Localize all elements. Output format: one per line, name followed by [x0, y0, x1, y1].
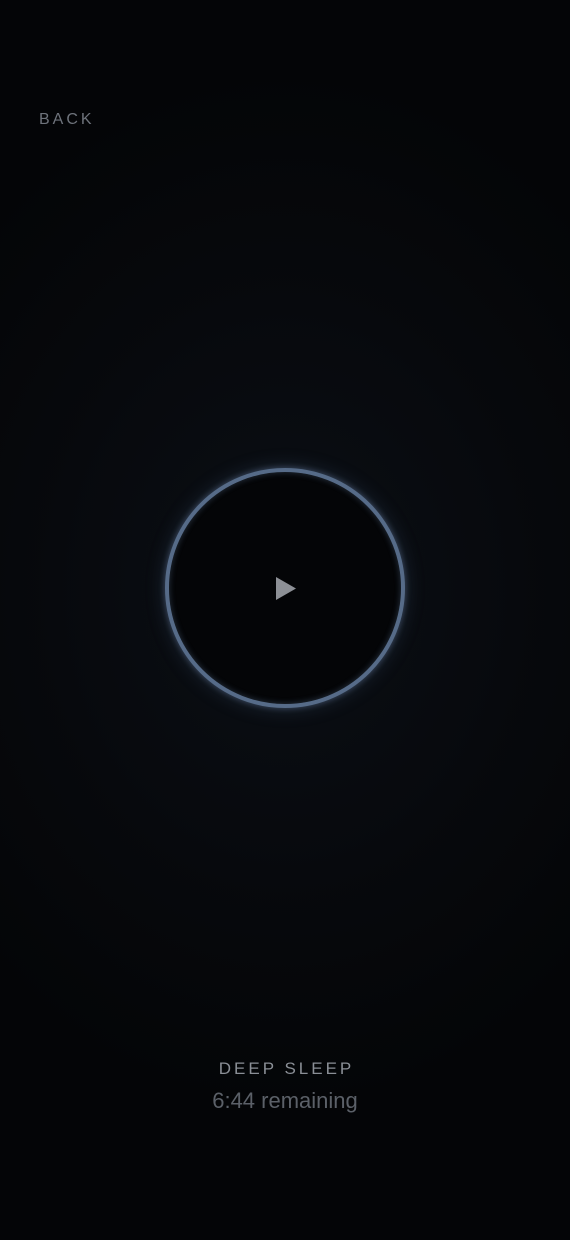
time-remaining: 6:44 remaining [212, 1088, 358, 1113]
track-info: DEEP SLEEP 6:44 remaining [0, 1056, 570, 1116]
play-icon[interactable] [276, 577, 296, 600]
back-button[interactable]: BACK [39, 110, 95, 130]
player-screen: BACK DEEP SLEEP 6:44 remaining [0, 0, 570, 1240]
track-title: DEEP SLEEP [218, 1059, 355, 1078]
